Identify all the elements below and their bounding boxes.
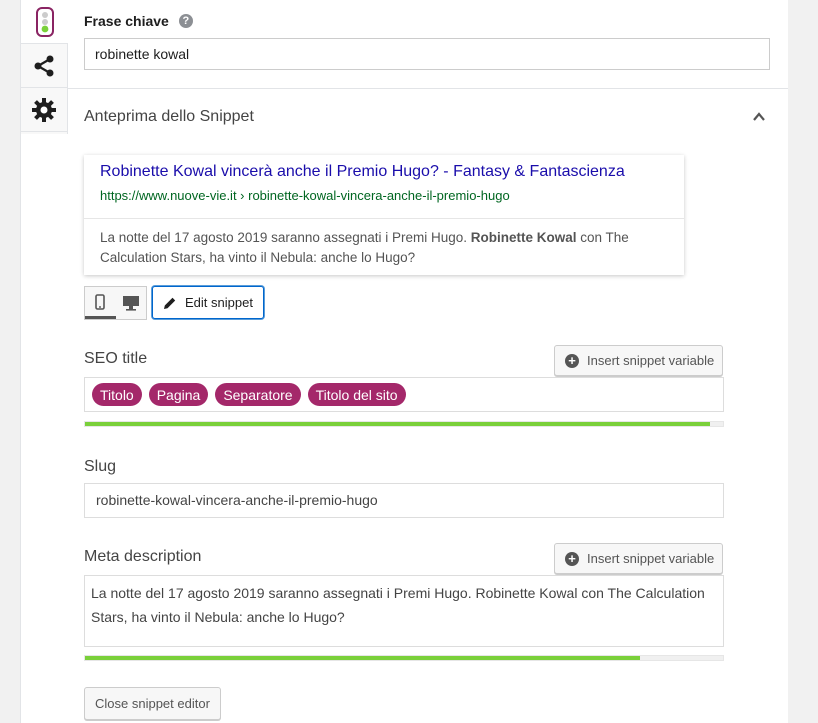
variable-pill[interactable]: Pagina bbox=[148, 383, 209, 406]
close-snippet-editor-button[interactable]: Close snippet editor bbox=[84, 687, 221, 720]
keyword-label: Frase chiave ? bbox=[84, 13, 193, 29]
yoast-metabox: Frase chiave ? robinette kowal Anteprima… bbox=[20, 0, 788, 723]
keyword-label-text: Frase chiave bbox=[84, 13, 169, 29]
slug-input[interactable]: robinette-kowal-vincera-anche-il-premio-… bbox=[84, 483, 724, 518]
edit-snippet-button[interactable]: Edit snippet bbox=[152, 286, 264, 319]
meta-description-input[interactable]: La notte del 17 agosto 2019 saranno asse… bbox=[84, 575, 724, 647]
plus-circle-icon: + bbox=[565, 353, 579, 368]
share-icon bbox=[34, 55, 54, 76]
desktop-icon bbox=[122, 296, 139, 311]
edit-snippet-label: Edit snippet bbox=[185, 295, 253, 310]
scrollbar[interactable] bbox=[803, 0, 818, 723]
desktop-preview-button[interactable] bbox=[116, 287, 147, 319]
variable-pill[interactable]: Separatore bbox=[215, 383, 301, 406]
serp-description-part: La notte del 17 agosto 2019 saranno asse… bbox=[100, 230, 471, 245]
serp-url: https://www.nuove-vie.it › robinette-kow… bbox=[100, 188, 510, 203]
tab-settings[interactable] bbox=[21, 88, 67, 132]
seo-title-progress-fill bbox=[85, 422, 711, 426]
tab-seo[interactable] bbox=[21, 0, 68, 44]
plus-circle-icon: + bbox=[565, 551, 579, 566]
serp-preview[interactable]: Robinette Kowal vincerà anche il Premio … bbox=[84, 155, 684, 275]
question-mark-icon[interactable]: ? bbox=[178, 14, 193, 28]
gear-icon bbox=[32, 97, 56, 122]
chevron-up-icon[interactable] bbox=[752, 110, 766, 124]
serp-divider bbox=[84, 218, 684, 219]
section-divider bbox=[68, 88, 788, 89]
insert-button-label: Insert snippet variable bbox=[587, 353, 715, 368]
meta-description-progress-fill bbox=[85, 656, 641, 660]
device-toggle bbox=[84, 286, 147, 320]
serp-description-keyword: Robinette Kowal bbox=[470, 230, 577, 245]
traffic-light-icon bbox=[35, 6, 54, 37]
insert-button-label: Insert snippet variable bbox=[587, 551, 715, 566]
meta-description-progress bbox=[84, 655, 724, 661]
seo-title-input[interactable]: Titolo Pagina Separatore Titolo del sito bbox=[84, 377, 724, 412]
seo-title-progress bbox=[84, 421, 724, 427]
meta-description-label: Meta description bbox=[84, 548, 202, 565]
pencil-icon bbox=[164, 297, 176, 309]
serp-title: Robinette Kowal vincerà anche il Premio … bbox=[100, 163, 625, 180]
mobile-icon bbox=[95, 293, 106, 310]
variable-pill[interactable]: Titolo del sito bbox=[307, 383, 406, 406]
seo-title-label: SEO title bbox=[84, 350, 148, 367]
slug-label: Slug bbox=[84, 458, 117, 475]
snippet-preview-header[interactable]: Anteprima dello Snippet bbox=[84, 108, 254, 126]
mobile-preview-button[interactable] bbox=[85, 287, 116, 319]
insert-snippet-variable-button[interactable]: + Insert snippet variable bbox=[554, 543, 723, 574]
metabox-tabs bbox=[21, 0, 68, 134]
tab-social[interactable] bbox=[21, 44, 67, 88]
insert-snippet-variable-button[interactable]: + Insert snippet variable bbox=[554, 345, 723, 376]
serp-description: La notte del 17 agosto 2019 saranno asse… bbox=[100, 228, 670, 268]
keyword-input[interactable]: robinette kowal bbox=[84, 38, 770, 70]
variable-pill[interactable]: Titolo bbox=[92, 383, 142, 406]
